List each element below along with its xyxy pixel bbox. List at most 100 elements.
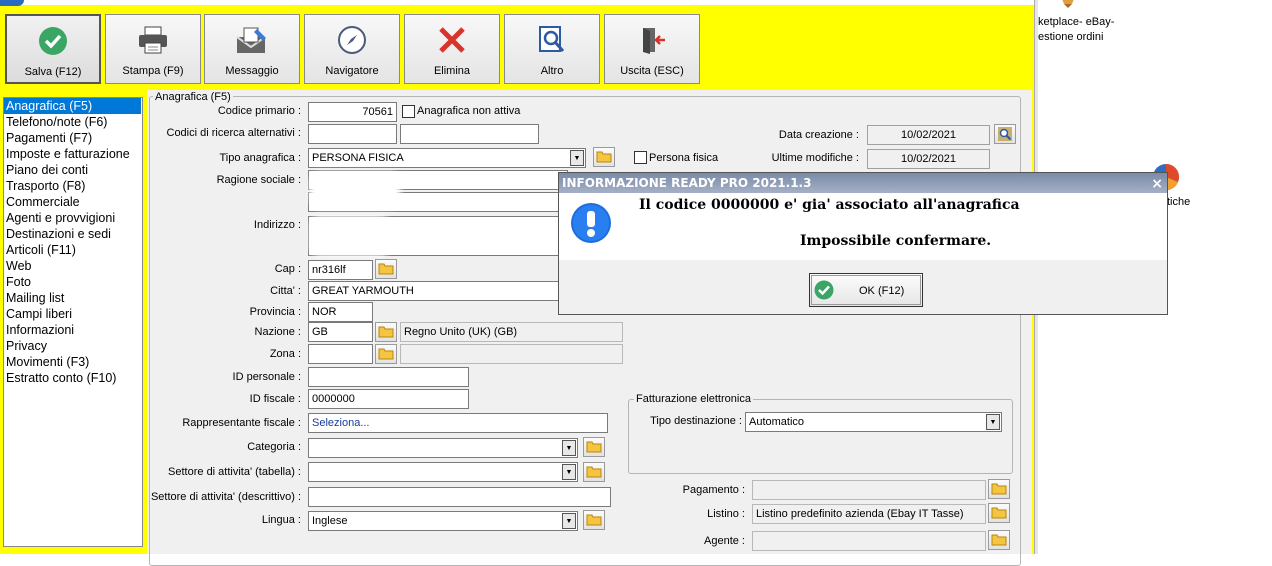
- tipo-anagrafica-select[interactable]: PERSONA FISICA ▼: [308, 148, 586, 168]
- id-fiscale-field[interactable]: 0000000: [308, 389, 469, 409]
- folder-icon: [586, 514, 602, 526]
- folder-icon: [991, 534, 1007, 546]
- sidebar-item-pagamenti[interactable]: Pagamenti (F7): [4, 130, 142, 146]
- sidebar-item-movimenti[interactable]: Movimenti (F3): [4, 354, 142, 370]
- chevron-down-icon[interactable]: ▼: [562, 464, 576, 480]
- tipo-anagrafica-value: PERSONA FISICA: [312, 152, 404, 164]
- calendar-search-button[interactable]: [994, 124, 1016, 144]
- nazione-field[interactable]: GB: [308, 322, 373, 342]
- pagamento-field: [752, 480, 986, 500]
- fatturazione-group: [628, 399, 1013, 474]
- categoria-folder-button[interactable]: [583, 437, 605, 457]
- zona-folder-button[interactable]: [375, 344, 397, 364]
- nazione-folder-button[interactable]: [375, 322, 397, 342]
- exit-icon: [605, 15, 699, 65]
- print-button[interactable]: Stampa (F9): [105, 14, 201, 84]
- print-label: Stampa (F9): [122, 65, 184, 77]
- save-label: Salva (F12): [24, 66, 82, 78]
- top-edge: [0, 0, 1034, 5]
- more-button[interactable]: Altro: [504, 14, 600, 84]
- folder-icon: [596, 151, 612, 163]
- anagrafica-non-attiva-checkbox[interactable]: [402, 105, 415, 118]
- settore-folder-button[interactable]: [583, 462, 605, 482]
- rappresentante-fiscale-field[interactable]: Seleziona...: [308, 413, 608, 433]
- sidebar-item-foto[interactable]: Foto: [4, 274, 142, 290]
- indirizzo-label: Indirizzo :: [253, 219, 301, 231]
- settore-descrittivo-field[interactable]: [308, 487, 611, 507]
- sidebar-item-agenti[interactable]: Agenti e provvigioni: [4, 210, 142, 226]
- id-personale-field[interactable]: [308, 367, 469, 387]
- nazione-label: Nazione :: [254, 326, 301, 338]
- dialog-titlebar[interactable]: INFORMAZIONE READY PRO 2021.1.3 ×: [559, 173, 1167, 193]
- tipo-destinazione-label: Tipo destinazione :: [650, 415, 742, 427]
- close-icon[interactable]: ×: [1151, 174, 1163, 194]
- chevron-down-icon[interactable]: ▼: [986, 414, 1000, 430]
- codice-alternativo-1-field[interactable]: [308, 124, 397, 144]
- sidebar-item-estratto-conto[interactable]: Estratto conto (F10): [4, 370, 142, 386]
- agente-folder-button[interactable]: [988, 530, 1010, 550]
- sidebar-item-piano-conti[interactable]: Piano dei conti: [4, 162, 142, 178]
- fatturazione-group-title: Fatturazione elettronica: [634, 393, 753, 405]
- ragione-sociale-label: Ragione sociale :: [216, 174, 301, 186]
- pagamento-label: Pagamento :: [682, 484, 745, 496]
- lingua-select[interactable]: Inglese ▼: [308, 511, 578, 531]
- id-fiscale-label: ID fiscale :: [249, 393, 301, 405]
- nazione-description: Regno Unito (UK) (GB): [400, 322, 623, 342]
- citta-field[interactable]: GREAT YARMOUTH: [308, 281, 568, 301]
- sidebar-item-telefono[interactable]: Telefono/note (F6): [4, 114, 142, 130]
- navigator-label: Navigatore: [325, 65, 379, 77]
- codice-primario-label: Codice primario :: [217, 105, 301, 117]
- tipo-anagrafica-folder-button[interactable]: [593, 147, 615, 167]
- chevron-down-icon[interactable]: ▼: [562, 513, 576, 529]
- sidebar-item-articoli[interactable]: Articoli (F11): [4, 242, 142, 258]
- marketplace-link-line1[interactable]: ketplace- eBay-: [1038, 16, 1114, 28]
- sidebar-item-trasporto[interactable]: Trasporto (F8): [4, 178, 142, 194]
- sidebar-item-mailing[interactable]: Mailing list: [4, 290, 142, 306]
- zona-field[interactable]: [308, 344, 373, 364]
- sidebar-item-campi-liberi[interactable]: Campi liberi: [4, 306, 142, 322]
- marketplace-link-line2[interactable]: estione ordini: [1038, 31, 1103, 43]
- message-button[interactable]: Messaggio: [204, 14, 300, 84]
- exit-button[interactable]: Uscita (ESC): [604, 14, 700, 84]
- settore-tabella-label: Settore di attivita' (tabella) :: [168, 466, 301, 478]
- info-dialog: INFORMAZIONE READY PRO 2021.1.3 × Il cod…: [558, 172, 1168, 315]
- lingua-label: Lingua :: [261, 514, 301, 526]
- save-button[interactable]: Salva (F12): [5, 14, 101, 84]
- listino-folder-button[interactable]: [988, 503, 1010, 523]
- cap-folder-button[interactable]: [375, 259, 397, 279]
- codice-alternativo-2-field[interactable]: [400, 124, 539, 144]
- chevron-down-icon[interactable]: ▼: [570, 150, 584, 166]
- dialog-submessage: Impossibile confermare.: [800, 233, 992, 249]
- rappresentante-fiscale-label: Rappresentante fiscale :: [182, 417, 301, 429]
- categoria-select[interactable]: ▼: [308, 438, 578, 458]
- sidebar-item-web[interactable]: Web: [4, 258, 142, 274]
- provincia-field[interactable]: NOR: [308, 302, 373, 322]
- sidebar-item-commerciale[interactable]: Commerciale: [4, 194, 142, 210]
- ultime-modifiche-label: Ultime modifiche :: [771, 152, 859, 164]
- sidebar-item-imposte[interactable]: Imposte e fatturazione: [4, 146, 142, 162]
- folder-icon: [378, 326, 394, 338]
- cap-field[interactable]: nr316lf: [308, 260, 373, 280]
- tipo-destinazione-select[interactable]: Automatico ▼: [745, 412, 1002, 432]
- codice-primario-field[interactable]: 70561: [308, 102, 397, 122]
- sidebar-item-privacy[interactable]: Privacy: [4, 338, 142, 354]
- delete-label: Elimina: [433, 65, 471, 77]
- data-creazione-field: 10/02/2021: [867, 125, 990, 145]
- delete-button[interactable]: Elimina: [404, 14, 500, 84]
- lingua-folder-button[interactable]: [583, 510, 605, 530]
- chevron-down-icon[interactable]: ▼: [562, 440, 576, 456]
- navigator-button[interactable]: Navigatore: [304, 14, 400, 84]
- settore-tabella-select[interactable]: ▼: [308, 462, 578, 482]
- compass-icon: [305, 15, 399, 65]
- anagrafica-non-attiva-label: Anagrafica non attiva: [417, 105, 521, 117]
- ok-button[interactable]: OK (F12): [809, 273, 923, 307]
- sidebar-item-destinazioni[interactable]: Destinazioni e sedi: [4, 226, 142, 242]
- message-label: Messaggio: [225, 65, 279, 77]
- search-doc-icon: [505, 15, 599, 65]
- statistiche-link[interactable]: tiche: [1167, 196, 1190, 208]
- sidebar-item-informazioni[interactable]: Informazioni: [4, 322, 142, 338]
- pagamento-folder-button[interactable]: [988, 479, 1010, 499]
- sidebar-item-anagrafica[interactable]: Anagrafica (F5): [4, 98, 141, 114]
- persona-fisica-checkbox[interactable]: [634, 151, 647, 164]
- ultime-modifiche-field: 10/02/2021: [867, 149, 990, 169]
